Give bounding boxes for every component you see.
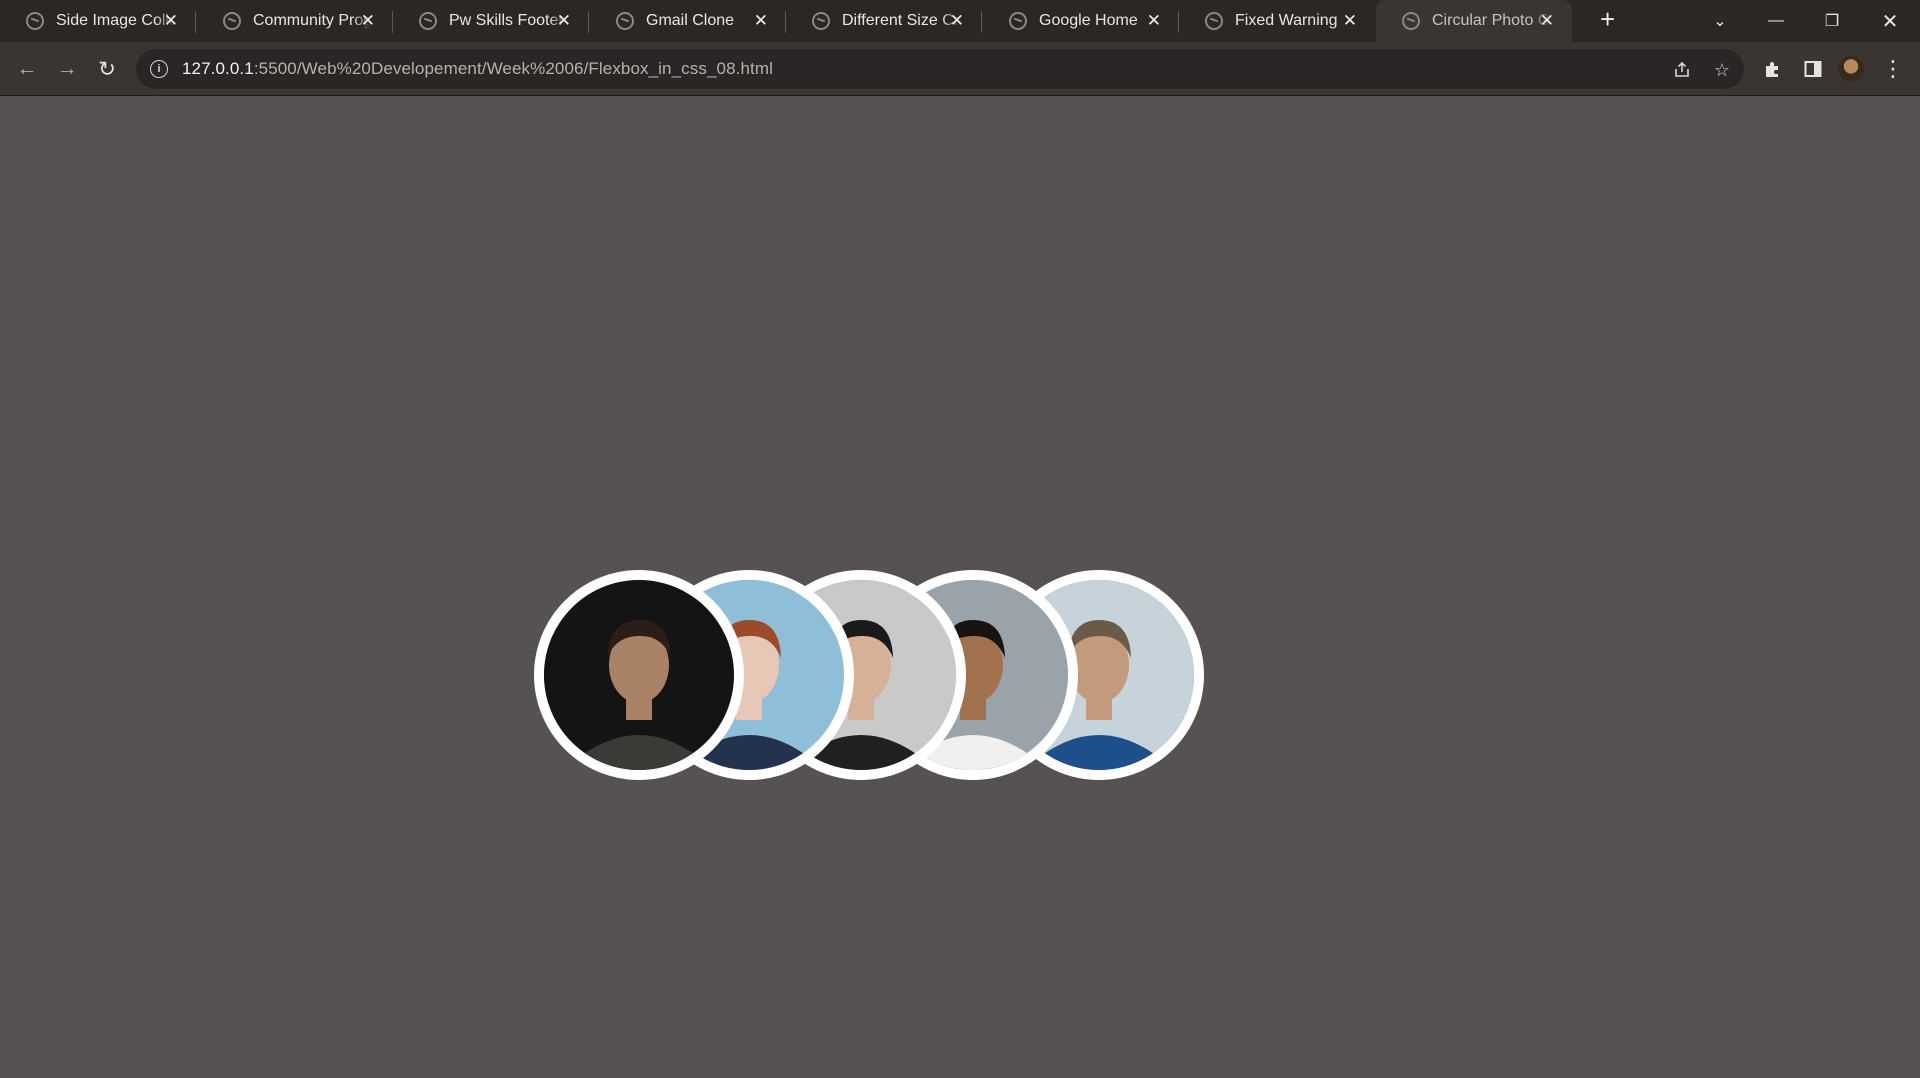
browser-tab[interactable]: Side Image Collage✕ bbox=[0, 0, 196, 42]
close-window-button[interactable]: ✕ bbox=[1862, 0, 1918, 42]
forward-button[interactable]: → bbox=[52, 54, 82, 84]
side-panel-icon[interactable] bbox=[1798, 54, 1828, 84]
browser-tab[interactable]: Community Programs✕ bbox=[197, 0, 393, 42]
close-tab-icon[interactable]: ✕ bbox=[361, 11, 375, 31]
close-tab-icon[interactable]: ✕ bbox=[1540, 11, 1554, 31]
globe-icon bbox=[419, 12, 437, 30]
portrait-image bbox=[544, 580, 734, 770]
close-tab-icon[interactable]: ✕ bbox=[1147, 11, 1161, 31]
tab-title: Pw Skills Footer bbox=[449, 12, 564, 29]
url-host: 127.0.0.1 bbox=[182, 59, 254, 78]
tab-divider bbox=[195, 11, 196, 33]
tab-title: Side Image Collage bbox=[56, 12, 174, 29]
globe-icon bbox=[812, 12, 830, 30]
minimize-button[interactable]: — bbox=[1748, 0, 1804, 42]
globe-icon bbox=[223, 12, 241, 30]
address-bar[interactable]: i 127.0.0.1:5500/Web%20Developement/Week… bbox=[136, 49, 1744, 89]
close-tab-icon[interactable]: ✕ bbox=[164, 11, 178, 31]
url-text[interactable]: 127.0.0.1:5500/Web%20Developement/Week%2… bbox=[182, 59, 773, 79]
tab-title: Community Programs bbox=[253, 12, 371, 29]
tab-divider bbox=[588, 11, 589, 33]
reload-button[interactable]: ↻ bbox=[92, 54, 122, 84]
close-tab-icon[interactable]: ✕ bbox=[1343, 11, 1357, 31]
globe-icon bbox=[1009, 12, 1027, 30]
browser-toolbar: ← → ↻ i 127.0.0.1:5500/Web%20Developemen… bbox=[0, 42, 1920, 96]
extensions-icon[interactable] bbox=[1758, 54, 1788, 84]
browser-tab[interactable]: Fixed Warning ✕ bbox=[1179, 0, 1375, 42]
globe-icon bbox=[26, 12, 44, 30]
restore-button[interactable]: ❐ bbox=[1804, 0, 1860, 42]
tab-search-icon[interactable]: ⌄ bbox=[1692, 0, 1748, 42]
browser-tab[interactable]: Circular Photo Collage✕ bbox=[1376, 0, 1572, 42]
profile-avatar[interactable] bbox=[1838, 56, 1864, 82]
url-path: :5500/Web%20Developement/Week%2006/Flexb… bbox=[253, 59, 773, 78]
tab-strip: Side Image Collage✕Community Programs✕Pw… bbox=[0, 0, 1920, 42]
close-tab-icon[interactable]: ✕ bbox=[557, 11, 571, 31]
tab-title: Circular Photo Collage bbox=[1432, 12, 1550, 29]
tab-title: Different Size Cards bbox=[842, 12, 960, 29]
browser-tab[interactable]: Pw Skills Footer ✕ bbox=[393, 0, 589, 42]
tab-title: Fixed Warning bbox=[1235, 12, 1338, 29]
browser-tab[interactable]: Different Size Cards✕ bbox=[786, 0, 982, 42]
share-icon[interactable] bbox=[1670, 58, 1694, 82]
portrait-photo bbox=[534, 570, 744, 780]
back-button[interactable]: ← bbox=[12, 54, 42, 84]
close-tab-icon[interactable]: ✕ bbox=[754, 11, 768, 31]
tab-divider bbox=[981, 11, 982, 33]
globe-icon bbox=[1205, 12, 1223, 30]
site-info-icon[interactable]: i bbox=[150, 60, 168, 78]
globe-icon bbox=[1402, 12, 1420, 30]
globe-icon bbox=[616, 12, 634, 30]
browser-tab[interactable]: Gmail Clone ✕ bbox=[590, 0, 786, 42]
close-tab-icon[interactable]: ✕ bbox=[950, 11, 964, 31]
circular-photo-collage bbox=[534, 570, 1234, 780]
tab-title: Gmail Clone bbox=[646, 12, 735, 29]
browser-tab[interactable]: Google Home ✕ bbox=[983, 0, 1179, 42]
menu-kebab-icon[interactable]: ⋮ bbox=[1878, 54, 1908, 84]
new-tab-button[interactable]: + bbox=[1600, 4, 1615, 35]
tab-title: Google Home bbox=[1039, 12, 1138, 29]
bookmark-star-icon[interactable]: ☆ bbox=[1710, 58, 1734, 82]
